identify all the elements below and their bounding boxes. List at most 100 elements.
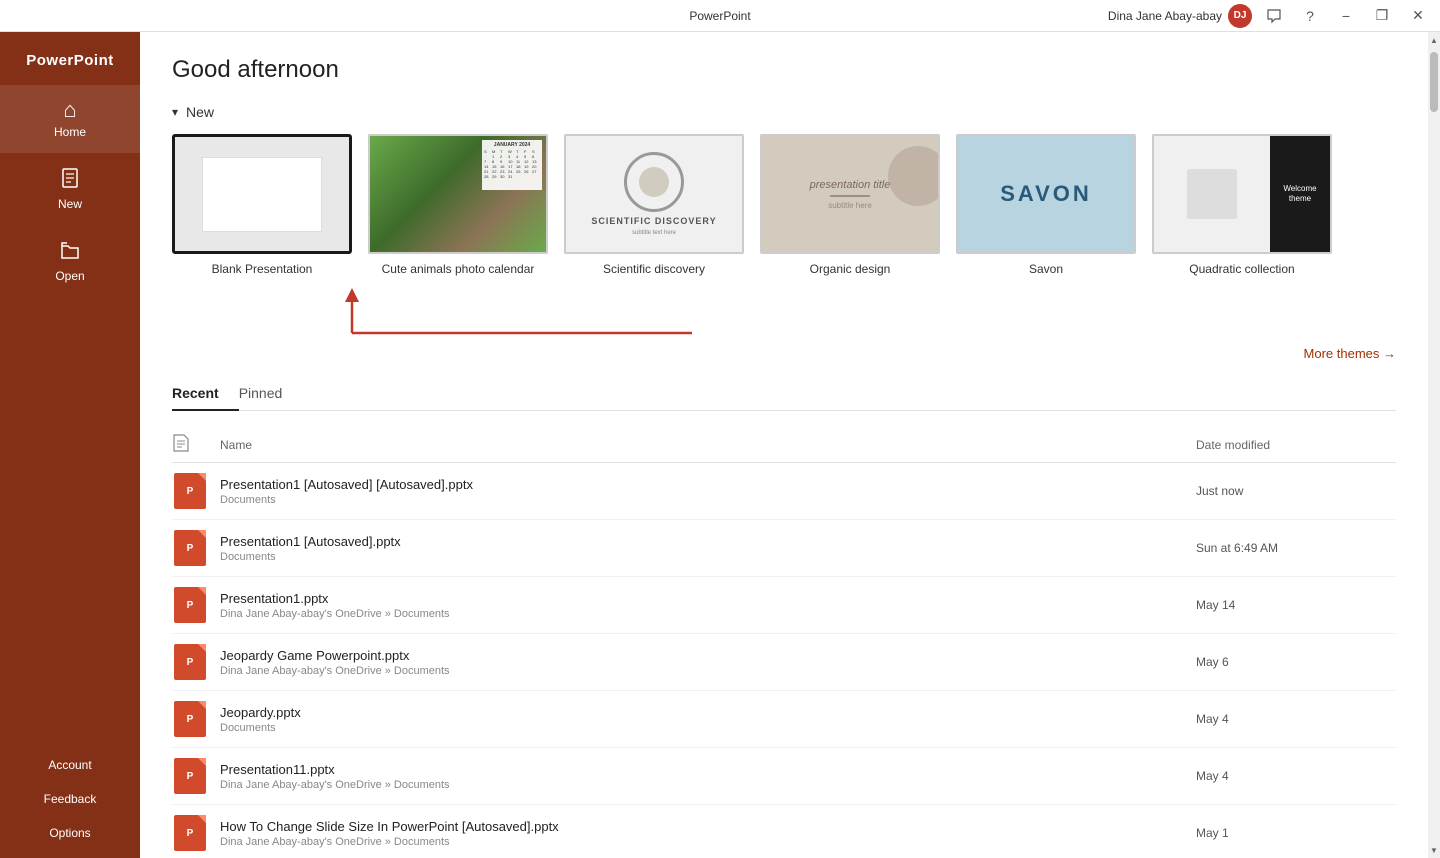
tab-recent[interactable]: Recent (172, 377, 239, 411)
greeting-heading: Good afternoon (172, 56, 1396, 84)
pptx-icon-4: P (174, 701, 206, 737)
file-row-2[interactable]: P Presentation1.pptx Dina Jane Abay-abay… (172, 577, 1396, 634)
organic-bg: presentation title subtitle here (762, 136, 938, 252)
comment-button[interactable] (1260, 2, 1288, 30)
file-list: P Presentation1 [Autosaved] [Autosaved].… (172, 463, 1396, 858)
more-themes-link[interactable]: More themes → (1304, 346, 1396, 361)
sidebar-feedback[interactable]: Feedback (0, 782, 140, 816)
template-blank-thumb (172, 134, 352, 254)
file-location-2: Dina Jane Abay-abay's OneDrive » Documen… (220, 608, 1196, 620)
file-icon-4: P (172, 701, 208, 737)
file-date-0: Just now (1196, 484, 1396, 498)
tab-pinned[interactable]: Pinned (239, 377, 303, 411)
template-quadratic-label: Quadratic collection (1189, 262, 1294, 276)
new-section-label: New (186, 104, 214, 120)
tabs: Recent Pinned (172, 377, 1396, 411)
template-organic[interactable]: presentation title subtitle here Organic… (760, 134, 940, 276)
file-name-2: Presentation1.pptx (220, 591, 1196, 606)
file-date-2: May 14 (1196, 598, 1396, 612)
file-date-6: May 1 (1196, 826, 1396, 840)
file-info-5: Presentation11.pptx Dina Jane Abay-abay'… (220, 762, 1196, 791)
scrollbar[interactable]: ▲ ▼ (1428, 32, 1440, 858)
file-info-3: Jeopardy Game Powerpoint.pptx Dina Jane … (220, 648, 1196, 677)
sidebar-item-home-label: Home (54, 125, 86, 139)
app-title: PowerPoint (689, 9, 750, 23)
scientific-bg: SCIENTIFIC DISCOVERY subtitle text here (566, 136, 742, 252)
file-row-4[interactable]: P Jeopardy.pptx Documents May 4 (172, 691, 1396, 748)
pptx-icon-6: P (174, 815, 206, 851)
template-blank[interactable]: Blank Presentation (172, 134, 352, 276)
file-icon-1: P (172, 530, 208, 566)
sidebar-account[interactable]: Account (0, 748, 140, 782)
template-savon[interactable]: SAVON Savon (956, 134, 1136, 276)
file-info-6: How To Change Slide Size In PowerPoint [… (220, 819, 1196, 848)
file-date-1: Sun at 6:49 AM (1196, 541, 1396, 555)
template-scientific-thumb: SCIENTIFIC DISCOVERY subtitle text here (564, 134, 744, 254)
blank-thumb-bg (175, 137, 349, 251)
sidebar-options[interactable]: Options (0, 816, 140, 850)
help-button[interactable]: ? (1296, 2, 1324, 30)
open-icon (59, 239, 81, 265)
file-list-header: Name Date modified (172, 427, 1396, 463)
blank-thumb-inner (202, 157, 322, 232)
chevron-down-icon: ▾ (172, 105, 178, 119)
scientific-circle (624, 152, 684, 212)
file-info-2: Presentation1.pptx Dina Jane Abay-abay's… (220, 591, 1196, 620)
file-row-5[interactable]: P Presentation11.pptx Dina Jane Abay-aba… (172, 748, 1396, 805)
file-icon-6: P (172, 815, 208, 851)
template-savon-thumb: SAVON (956, 134, 1136, 254)
file-info-4: Jeopardy.pptx Documents (220, 705, 1196, 734)
file-date-4: May 4 (1196, 712, 1396, 726)
file-date-5: May 4 (1196, 769, 1396, 783)
scroll-down-arrow[interactable]: ▼ (1428, 842, 1440, 858)
file-name-1: Presentation1 [Autosaved].pptx (220, 534, 1196, 549)
file-name-4: Jeopardy.pptx (220, 705, 1196, 720)
title-bar: PowerPoint Dina Jane Abay-abay DJ ? − ❐ … (0, 0, 1440, 32)
maximize-button[interactable]: ❐ (1368, 2, 1396, 30)
file-row-0[interactable]: P Presentation1 [Autosaved] [Autosaved].… (172, 463, 1396, 520)
file-location-3: Dina Jane Abay-abay's OneDrive » Documen… (220, 665, 1196, 677)
sidebar-bottom: Account Feedback Options (0, 748, 140, 858)
template-animals-thumb: JANUARY 2024 SMTWTFS 123456 78910111213 … (368, 134, 548, 254)
scroll-thumb[interactable] (1430, 52, 1438, 112)
sidebar-brand: PowerPoint (26, 40, 114, 85)
calendar-overlay: JANUARY 2024 SMTWTFS 123456 78910111213 … (482, 140, 542, 190)
file-name-0: Presentation1 [Autosaved] [Autosaved].pp… (220, 477, 1196, 492)
file-icon-0: P (172, 473, 208, 509)
file-location-5: Dina Jane Abay-abay's OneDrive » Documen… (220, 779, 1196, 791)
sidebar-item-new[interactable]: New (0, 153, 140, 225)
template-savon-label: Savon (1029, 262, 1063, 276)
file-row-1[interactable]: P Presentation1 [Autosaved].pptx Documen… (172, 520, 1396, 577)
red-arrow (172, 288, 692, 338)
new-section-header[interactable]: ▾ New (172, 104, 1396, 120)
sidebar: PowerPoint ⌂ Home New (0, 32, 140, 858)
file-row-6[interactable]: P How To Change Slide Size In PowerPoint… (172, 805, 1396, 858)
sidebar-item-open[interactable]: Open (0, 225, 140, 297)
sidebar-item-open-label: Open (55, 269, 84, 283)
pptx-icon-2: P (174, 587, 206, 623)
file-location-4: Documents (220, 722, 1196, 734)
template-scientific[interactable]: SCIENTIFIC DISCOVERY subtitle text here … (564, 134, 744, 276)
close-button[interactable]: ✕ (1404, 2, 1432, 30)
template-scientific-label: Scientific discovery (603, 262, 705, 276)
user-avatar: DJ (1228, 4, 1252, 28)
minimize-button[interactable]: − (1332, 2, 1360, 30)
template-blank-label: Blank Presentation (212, 262, 313, 276)
sidebar-item-new-label: New (58, 197, 82, 211)
file-col-date-header: Date modified (1196, 438, 1396, 452)
file-row-3[interactable]: P Jeopardy Game Powerpoint.pptx Dina Jan… (172, 634, 1396, 691)
file-icon-3: P (172, 644, 208, 680)
scroll-up-arrow[interactable]: ▲ (1428, 32, 1440, 48)
pptx-icon-1: P (174, 530, 206, 566)
user-name: Dina Jane Abay-abay (1108, 9, 1222, 23)
file-header-icon (172, 433, 190, 453)
more-themes-label: More themes → (1304, 346, 1396, 361)
file-info-1: Presentation1 [Autosaved].pptx Documents (220, 534, 1196, 563)
template-quadratic[interactable]: Welcometheme Quadratic collection (1152, 134, 1332, 276)
template-quadratic-thumb: Welcometheme (1152, 134, 1332, 254)
template-animals[interactable]: JANUARY 2024 SMTWTFS 123456 78910111213 … (368, 134, 548, 276)
file-name-5: Presentation11.pptx (220, 762, 1196, 777)
pptx-icon-0: P (174, 473, 206, 509)
sidebar-item-home[interactable]: ⌂ Home (0, 85, 140, 153)
new-icon (59, 167, 81, 193)
